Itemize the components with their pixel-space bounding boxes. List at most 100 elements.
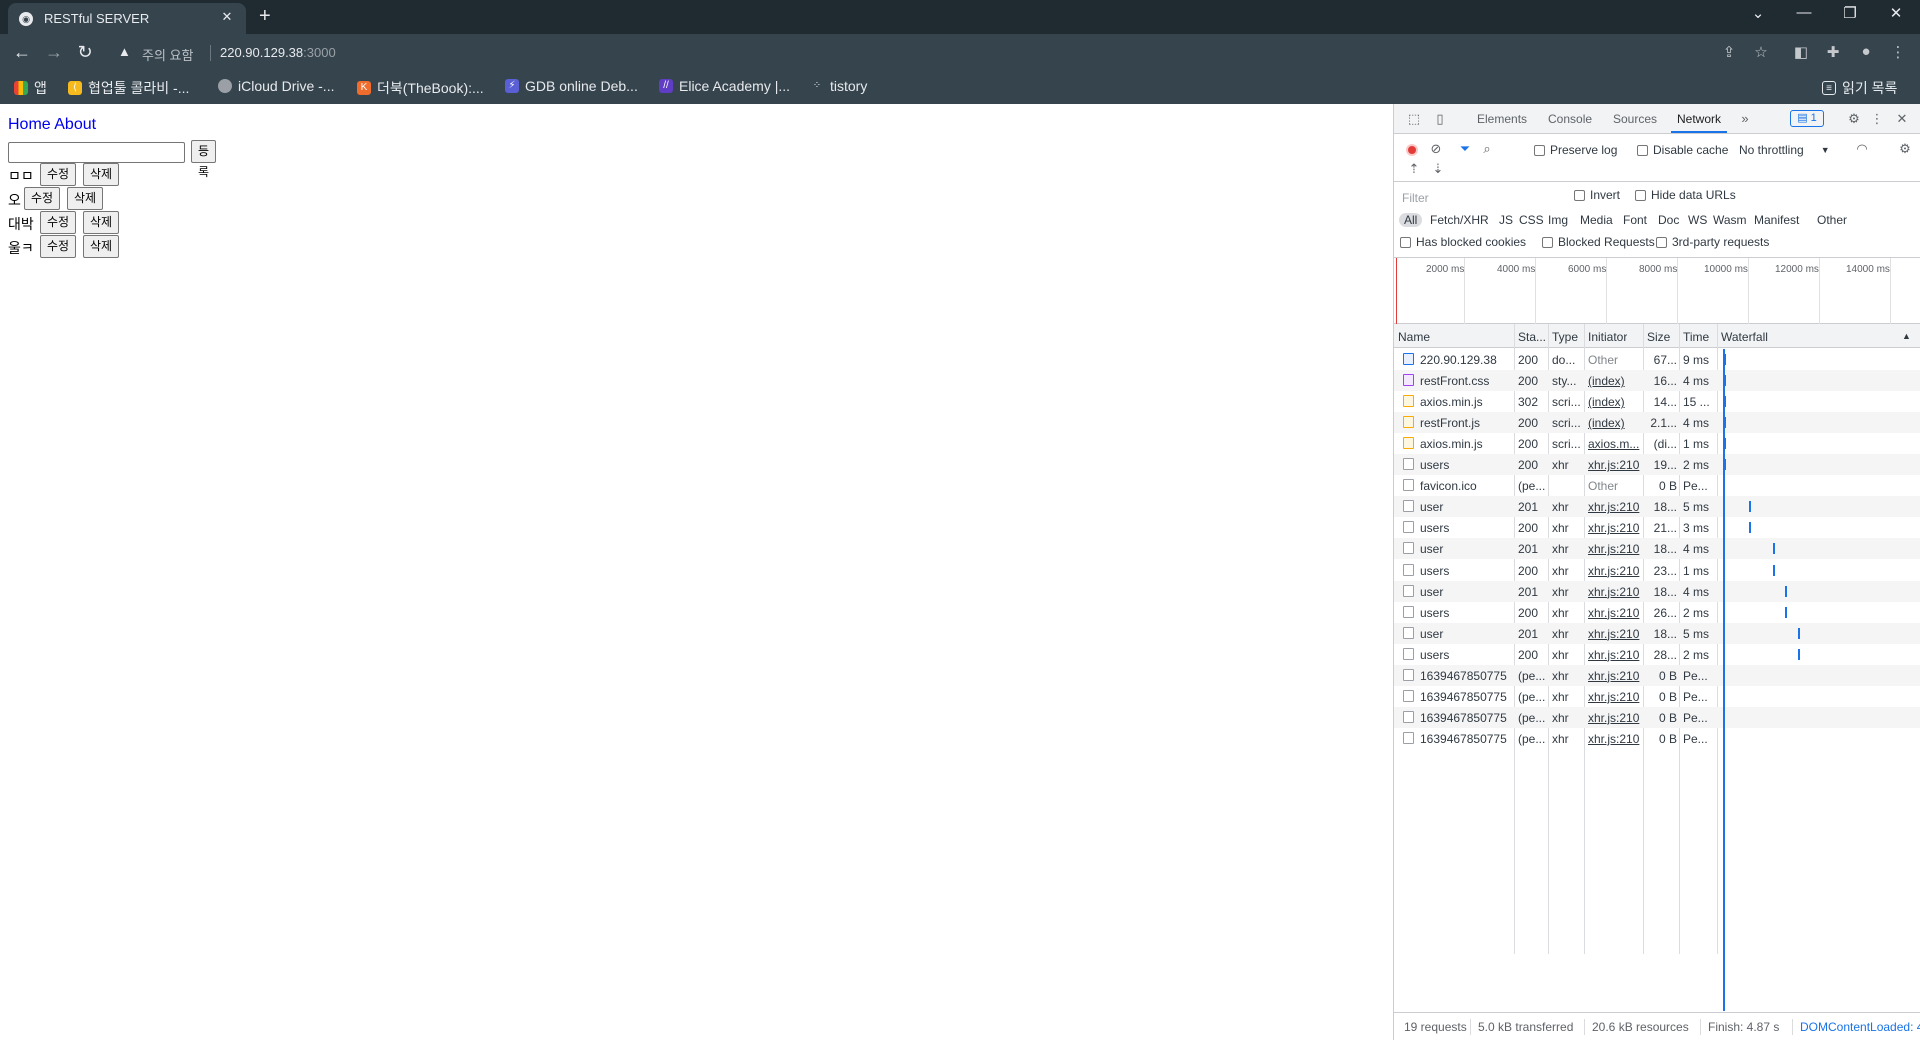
request-initiator[interactable]: xhr.js:210: [1588, 585, 1642, 599]
filter-type-wasm[interactable]: Wasm: [1713, 213, 1747, 227]
request-initiator[interactable]: xhr.js:210: [1588, 690, 1642, 704]
filter-type-fetch-xhr[interactable]: Fetch/XHR: [1430, 213, 1489, 227]
request-initiator[interactable]: xhr.js:210: [1588, 521, 1642, 535]
request-row[interactable]: user 201 xhr xhr.js:210 18... 5 ms: [1394, 622, 1920, 644]
request-row[interactable]: 1639467850775 (pe... xhr xhr.js:210 0 B Pe...: [1394, 706, 1920, 728]
request-row[interactable]: 1639467850775 (pe... xhr xhr.js:210 0 B Pe...: [1394, 686, 1920, 707]
filter-type-js[interactable]: JS: [1499, 213, 1513, 227]
delete-button[interactable]: 삭제: [83, 235, 120, 258]
tab-close-icon[interactable]: ✕: [218, 9, 236, 25]
username-input[interactable]: [8, 142, 185, 163]
tab-network[interactable]: Network: [1670, 112, 1728, 133]
share-icon[interactable]: ⇪: [1718, 43, 1740, 61]
profile-icon[interactable]: ●: [1855, 43, 1877, 60]
filter-type-doc[interactable]: Doc: [1658, 213, 1679, 227]
filter-type-css[interactable]: CSS: [1519, 213, 1544, 227]
column-time[interactable]: Time: [1683, 330, 1709, 344]
restore-icon[interactable]: ❐: [1827, 4, 1873, 22]
request-row[interactable]: restFront.js 200 scri... (index) 2.1... 4 ms: [1394, 412, 1920, 434]
request-row[interactable]: users 200 xhr xhr.js:210 26... 2 ms: [1394, 602, 1920, 623]
tab-sources[interactable]: Sources: [1613, 112, 1657, 126]
request-row[interactable]: 1639467850775 (pe... xhr xhr.js:210 0 B Pe...: [1394, 728, 1920, 749]
disable-cache-checkbox[interactable]: Disable cache: [1637, 143, 1728, 157]
request-initiator[interactable]: (index): [1588, 374, 1642, 388]
request-initiator[interactable]: xhr.js:210: [1588, 711, 1642, 725]
network-settings-icon[interactable]: ⚙: [1897, 141, 1913, 157]
delete-button[interactable]: 삭제: [83, 163, 120, 186]
request-initiator[interactable]: axios.m...: [1588, 437, 1642, 451]
security-warning[interactable]: 주의 요함: [142, 45, 193, 64]
request-initiator[interactable]: xhr.js:210: [1588, 669, 1642, 683]
devtools-menu-icon[interactable]: ⋮: [1869, 111, 1885, 127]
request-row[interactable]: user 201 xhr xhr.js:210 18... 5 ms: [1394, 496, 1920, 518]
invert-checkbox[interactable]: Invert: [1574, 188, 1620, 202]
tab-console[interactable]: Console: [1548, 112, 1592, 126]
request-row[interactable]: axios.min.js 302 scri... (index) 14... 15 ...: [1394, 391, 1920, 412]
preserve-log-checkbox[interactable]: Preserve log: [1534, 143, 1617, 157]
request-initiator[interactable]: xhr.js:210: [1588, 606, 1642, 620]
delete-button[interactable]: 삭제: [67, 187, 104, 210]
bookmark-thebook[interactable]: K 더북(TheBook):...: [357, 78, 484, 98]
request-initiator[interactable]: xhr.js:210: [1588, 732, 1642, 746]
filter-type-all[interactable]: All: [1399, 213, 1423, 227]
close-window-icon[interactable]: ✕: [1873, 4, 1919, 22]
close-devtools-icon[interactable]: ✕: [1894, 111, 1910, 127]
url-text[interactable]: 220.90.129.38:3000: [220, 45, 336, 60]
request-row[interactable]: users 200 xhr xhr.js:210 23... 1 ms: [1394, 560, 1920, 581]
home-link[interactable]: Home: [8, 116, 51, 133]
filter-type-img[interactable]: Img: [1548, 213, 1568, 227]
export-har-icon[interactable]: ⇣: [1430, 161, 1446, 177]
blocked-cookies-checkbox[interactable]: Has blocked cookies: [1400, 235, 1526, 249]
warning-icon[interactable]: ▲: [118, 44, 131, 59]
sort-ascending-icon[interactable]: ▲: [1902, 331, 1911, 341]
clear-icon[interactable]: ⊘: [1428, 141, 1444, 157]
request-initiator[interactable]: xhr.js:210: [1588, 542, 1642, 556]
menu-dots-icon[interactable]: ⋮: [1887, 43, 1909, 61]
request-initiator[interactable]: (index): [1588, 416, 1642, 430]
device-toolbar-icon[interactable]: ▯: [1432, 111, 1448, 127]
column-status[interactable]: Sta...: [1518, 330, 1546, 344]
edit-button[interactable]: 수정: [40, 235, 77, 258]
request-initiator[interactable]: xhr.js:210: [1588, 564, 1642, 578]
filter-type-ws[interactable]: WS: [1688, 213, 1707, 227]
third-party-checkbox[interactable]: 3rd-party requests: [1656, 235, 1769, 249]
column-name[interactable]: Name: [1398, 330, 1430, 344]
request-row[interactable]: axios.min.js 200 scri... axios.m... (di... 1 …: [1394, 433, 1920, 454]
blocked-requests-checkbox[interactable]: Blocked Requests: [1542, 235, 1655, 249]
filter-type-font[interactable]: Font: [1623, 213, 1647, 227]
filter-icon[interactable]: ⏷: [1457, 141, 1473, 157]
register-button[interactable]: 등록: [191, 140, 217, 179]
request-row[interactable]: restFront.css 200 sty... (index) 16... 4 ms: [1394, 370, 1920, 392]
forward-icon[interactable]: →: [42, 42, 66, 63]
network-overview[interactable]: 2000 ms 4000 ms 6000 ms 8000 ms 10000 ms…: [1394, 258, 1920, 324]
edit-button[interactable]: 수정: [40, 163, 77, 186]
column-waterfall[interactable]: Waterfall: [1721, 330, 1768, 344]
search-icon[interactable]: ⌕: [1479, 141, 1495, 157]
bookmark-tistory[interactable]: ⁘ tistory: [810, 78, 868, 94]
request-row[interactable]: users 200 xhr xhr.js:210 19... 2 ms: [1394, 454, 1920, 476]
browser-tab[interactable]: ◉ RESTful SERVER ✕: [8, 3, 246, 34]
bookmark-icloud[interactable]: iCloud Drive -...: [218, 78, 334, 94]
new-tab-icon[interactable]: +: [259, 5, 271, 28]
filter-type-manifest[interactable]: Manifest: [1754, 213, 1799, 227]
network-conditions-icon[interactable]: ◠: [1854, 141, 1870, 157]
request-row[interactable]: 1639467850775 (pe... xhr xhr.js:210 0 B Pe...: [1394, 664, 1920, 686]
more-tabs-icon[interactable]: »: [1737, 111, 1753, 126]
request-initiator[interactable]: xhr.js:210: [1588, 500, 1642, 514]
bookmark-collabee[interactable]: ⟨ 협업툴 콜라비 -...: [68, 78, 189, 98]
reload-icon[interactable]: ↻: [73, 42, 97, 63]
throttling-select[interactable]: No throttling ▼: [1739, 143, 1830, 157]
record-icon[interactable]: [1406, 144, 1418, 156]
column-size[interactable]: Size: [1647, 330, 1670, 344]
edit-button[interactable]: 수정: [24, 187, 61, 210]
request-row[interactable]: favicon.ico (pe... Other 0 B Pe...: [1394, 475, 1920, 496]
filter-type-media[interactable]: Media: [1580, 213, 1613, 227]
reading-list[interactable]: ≡ 읽기 목록: [1822, 78, 1897, 98]
column-type[interactable]: Type: [1552, 330, 1578, 344]
filter-type-other[interactable]: Other: [1817, 213, 1847, 227]
puzzle-icon[interactable]: ✚: [1822, 43, 1844, 61]
request-initiator[interactable]: xhr.js:210: [1588, 627, 1642, 641]
request-row[interactable]: users 200 xhr xhr.js:210 28... 2 ms: [1394, 644, 1920, 665]
request-initiator[interactable]: xhr.js:210: [1588, 648, 1642, 662]
about-link[interactable]: About: [54, 116, 96, 133]
